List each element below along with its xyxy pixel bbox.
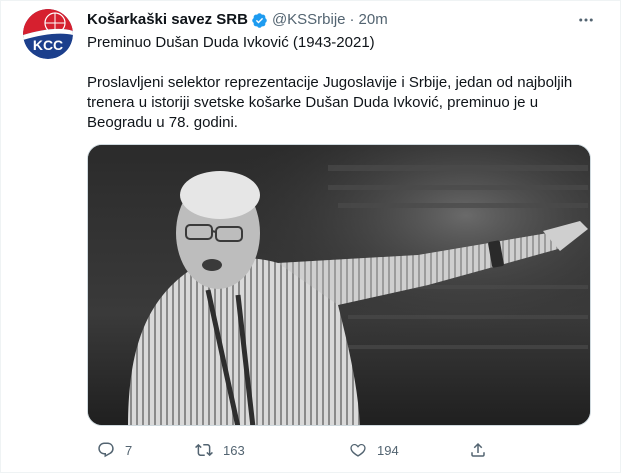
reply-icon [98, 442, 114, 458]
reply-count: 7 [125, 442, 133, 458]
share-button[interactable] [469, 441, 497, 459]
tweet-body-line: Proslavljeni selektor reprezentacije Jug… [87, 74, 573, 91]
like-count: 194 [377, 442, 399, 458]
tweet-headline: Preminuo Dušan Duda Ivković (1943-2021) [87, 34, 375, 51]
tweet-body-line: Beogradu u 78. godini. [87, 114, 238, 131]
tweet-body-line: trenera u istoriji svetske košarke Dušan… [87, 94, 539, 111]
more-options-icon[interactable] [574, 9, 598, 31]
tweet-card[interactable]: KCC Košarkaški savez SRB @KSSrbije · 20m… [0, 0, 621, 473]
share-icon [471, 442, 485, 457]
timestamp[interactable]: 20m [359, 10, 388, 30]
retweet-icon [195, 443, 213, 457]
verified-badge-icon [251, 12, 268, 29]
separator-dot: · [349, 11, 355, 28]
tweet-actions: 7 163 194 [87, 438, 591, 462]
reply-button[interactable]: 7 [97, 441, 132, 459]
display-name[interactable]: Košarkaški savez SRB [87, 10, 248, 30]
avatar-text: KCC [33, 37, 63, 53]
photo [88, 145, 590, 425]
like-button[interactable]: 194 [349, 441, 399, 459]
retweet-count: 163 [223, 442, 245, 458]
tweet-header: Košarkaški savez SRB @KSSrbije · 20m [87, 10, 560, 30]
avatar[interactable]: KCC [23, 9, 73, 59]
kss-logo-icon: KCC [23, 9, 73, 59]
tweet-body: Proslavljeni selektor reprezentacije Jug… [87, 73, 602, 133]
tweet-photo[interactable] [87, 144, 591, 426]
heart-icon [350, 444, 366, 457]
handle[interactable]: @KSSrbije [272, 10, 346, 30]
retweet-button[interactable]: 163 [195, 441, 245, 459]
